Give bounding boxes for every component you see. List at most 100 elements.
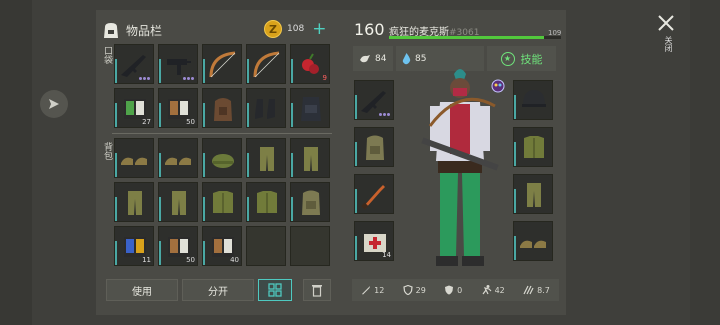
jacket-icon: [257, 191, 277, 213]
backpack-slot[interactable]: [158, 138, 198, 178]
backpack-slot[interactable]: [202, 182, 242, 222]
character-avatar: [421, 69, 499, 266]
boots-icon: [255, 99, 275, 119]
durability-bar: [514, 236, 516, 260]
backpack-slot[interactable]: [158, 182, 198, 222]
sword-icon: [362, 286, 371, 295]
food-icon: [360, 54, 370, 62]
skill-label: 技能: [520, 52, 543, 66]
defense-stat: 29: [403, 285, 426, 295]
pocket-slot[interactable]: [158, 44, 198, 84]
equipment-slot-left[interactable]: [354, 174, 394, 214]
backpack-slot[interactable]: [246, 226, 286, 266]
equipment-slot-right[interactable]: [513, 174, 553, 214]
nav-arrow-button[interactable]: [40, 90, 68, 118]
grid-view-button[interactable]: [258, 279, 292, 301]
equipment-slot-left[interactable]: 14: [354, 221, 394, 261]
durability-bar: [159, 241, 161, 265]
backpack-slot[interactable]: 50: [158, 226, 198, 266]
durability-bar: [514, 95, 516, 119]
hp-bar: [389, 36, 561, 39]
durability-bar: [355, 95, 357, 119]
durability-bar: [291, 59, 293, 83]
backpack-slot[interactable]: [114, 138, 154, 178]
equipment-slot-right[interactable]: [513, 221, 553, 261]
item-quantity: 50: [186, 118, 195, 126]
backpack-slot[interactable]: [202, 138, 242, 178]
backpack-slot[interactable]: [290, 138, 330, 178]
backpack-slot[interactable]: [290, 182, 330, 222]
star-icon: ★: [500, 51, 515, 66]
durability-bar: [159, 197, 161, 221]
cap-icon: [212, 154, 234, 168]
pocket-label: 口袋: [102, 46, 112, 64]
backpack-slot[interactable]: 40: [202, 226, 242, 266]
use-button[interactable]: 使用: [106, 279, 178, 301]
durability-bar: [291, 103, 293, 127]
add-coins-button[interactable]: +: [312, 21, 326, 38]
left-edge: [0, 0, 32, 325]
pocket-slot[interactable]: [290, 88, 330, 128]
durability-bar: [355, 236, 357, 260]
equipment-slot-right[interactable]: [513, 127, 553, 167]
food-value: 84: [375, 53, 387, 64]
pants-icon: [527, 183, 541, 207]
coin-counter: Z 108 +: [264, 20, 326, 38]
durability-bar: [247, 59, 249, 83]
pocket-slot[interactable]: 27: [114, 88, 154, 128]
backpack-slot[interactable]: [246, 138, 286, 178]
running-icon: [482, 285, 491, 295]
coin-icon: Z: [264, 20, 282, 38]
equipment-slot-left[interactable]: [354, 80, 394, 120]
item-quantity: 40: [230, 256, 239, 264]
durability-bar: [159, 153, 161, 177]
helmet-icon: [522, 90, 546, 107]
pocket-slot[interactable]: 9: [290, 44, 330, 84]
stealth-stat: 8.7: [523, 285, 550, 295]
pocket-slot[interactable]: [246, 88, 286, 128]
section-divider: [112, 133, 332, 134]
attack-value: 12: [374, 285, 385, 295]
durability-bar: [247, 103, 249, 127]
character-level: 160: [354, 20, 385, 39]
food-stat: 84: [353, 46, 393, 71]
pants-icon: [128, 191, 142, 215]
durability-bar: [203, 197, 205, 221]
armor-stat: 0: [444, 285, 462, 295]
close-icon[interactable]: [657, 14, 675, 32]
backpack-slot[interactable]: [290, 226, 330, 266]
pocket-slot[interactable]: [202, 44, 242, 84]
stealth-icon: [523, 285, 534, 295]
durability-bar: [355, 142, 357, 166]
vest-icon: [301, 97, 321, 121]
item-quantity: 27: [142, 118, 151, 126]
durability-bar: [203, 103, 205, 127]
backpack-slot[interactable]: [246, 182, 286, 222]
durability-bar: [115, 241, 117, 265]
pocket-slot[interactable]: 50: [158, 88, 198, 128]
backpack-icon: [366, 135, 384, 160]
durability-bar: [115, 197, 117, 221]
jacket-icon: [213, 191, 233, 213]
pocket-slot[interactable]: [114, 44, 154, 84]
pocket-slot[interactable]: [246, 44, 286, 84]
shoes-icon: [520, 240, 546, 248]
inventory-title: 物品栏: [100, 16, 162, 44]
trash-icon: [312, 285, 322, 297]
close-label[interactable]: 关闭: [663, 36, 674, 52]
durability-bar: [115, 103, 117, 127]
pants-icon: [172, 191, 186, 215]
durability-bar: [115, 59, 117, 83]
pocket-slot[interactable]: [202, 88, 242, 128]
split-button[interactable]: 分开: [182, 279, 254, 301]
backpack-tactical-icon: [214, 98, 232, 121]
armor-value: 0: [457, 285, 463, 295]
backpack-slot[interactable]: [114, 182, 154, 222]
backpack-slot[interactable]: 11: [114, 226, 154, 266]
combat-stats: 12 29 0 42 8.7: [352, 279, 559, 301]
trash-button[interactable]: [303, 279, 331, 301]
durability-bar: [159, 103, 161, 127]
item-quantity: 14: [382, 251, 391, 259]
equipment-slot-left[interactable]: [354, 127, 394, 167]
equipment-slot-right[interactable]: [513, 80, 553, 120]
